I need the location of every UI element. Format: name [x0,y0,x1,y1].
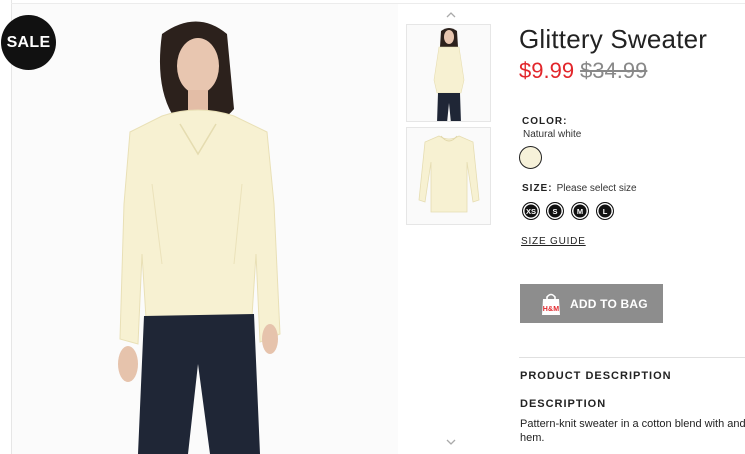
size-button-s[interactable]: S [546,202,564,220]
description-text: Pattern-knit sweater in a cotton blend w… [520,418,745,444]
main-product-image[interactable] [12,4,398,454]
sale-badge: SALE [1,15,56,70]
description-heading: DESCRIPTION [520,398,607,410]
color-label: COLOR: [522,116,568,127]
add-to-bag-button[interactable]: H&M ADD TO BAG [520,284,663,323]
color-value: Natural white [523,129,582,140]
product-description-heading[interactable]: PRODUCT DESCRIPTION [520,370,672,382]
size-label: SIZE: [522,183,553,194]
thumbnail-model[interactable] [406,24,491,122]
product-title: Glittery Sweater [519,24,708,54]
thumbnail-flat[interactable] [406,127,491,225]
size-button-m[interactable]: M [571,202,589,220]
color-swatch-natural-white[interactable] [519,146,542,169]
add-to-bag-label: ADD TO BAG [570,296,648,311]
size-button-xs[interactable]: XS [522,202,540,220]
size-button-l[interactable]: L [596,202,614,220]
price-row: $9.99 $34.99 [519,58,647,84]
shopping-bag-icon: H&M [540,292,562,316]
original-price: $34.99 [580,58,648,83]
chevron-down-icon[interactable] [444,437,458,447]
size-guide-link[interactable]: SIZE GUIDE [521,236,586,247]
svg-text:H&M: H&M [543,306,560,313]
chevron-up-icon[interactable] [444,9,458,19]
sale-price: $9.99 [519,58,575,83]
section-divider [519,357,745,358]
size-row: SIZE: Please select size [522,183,637,194]
size-hint: Please select size [556,183,637,194]
